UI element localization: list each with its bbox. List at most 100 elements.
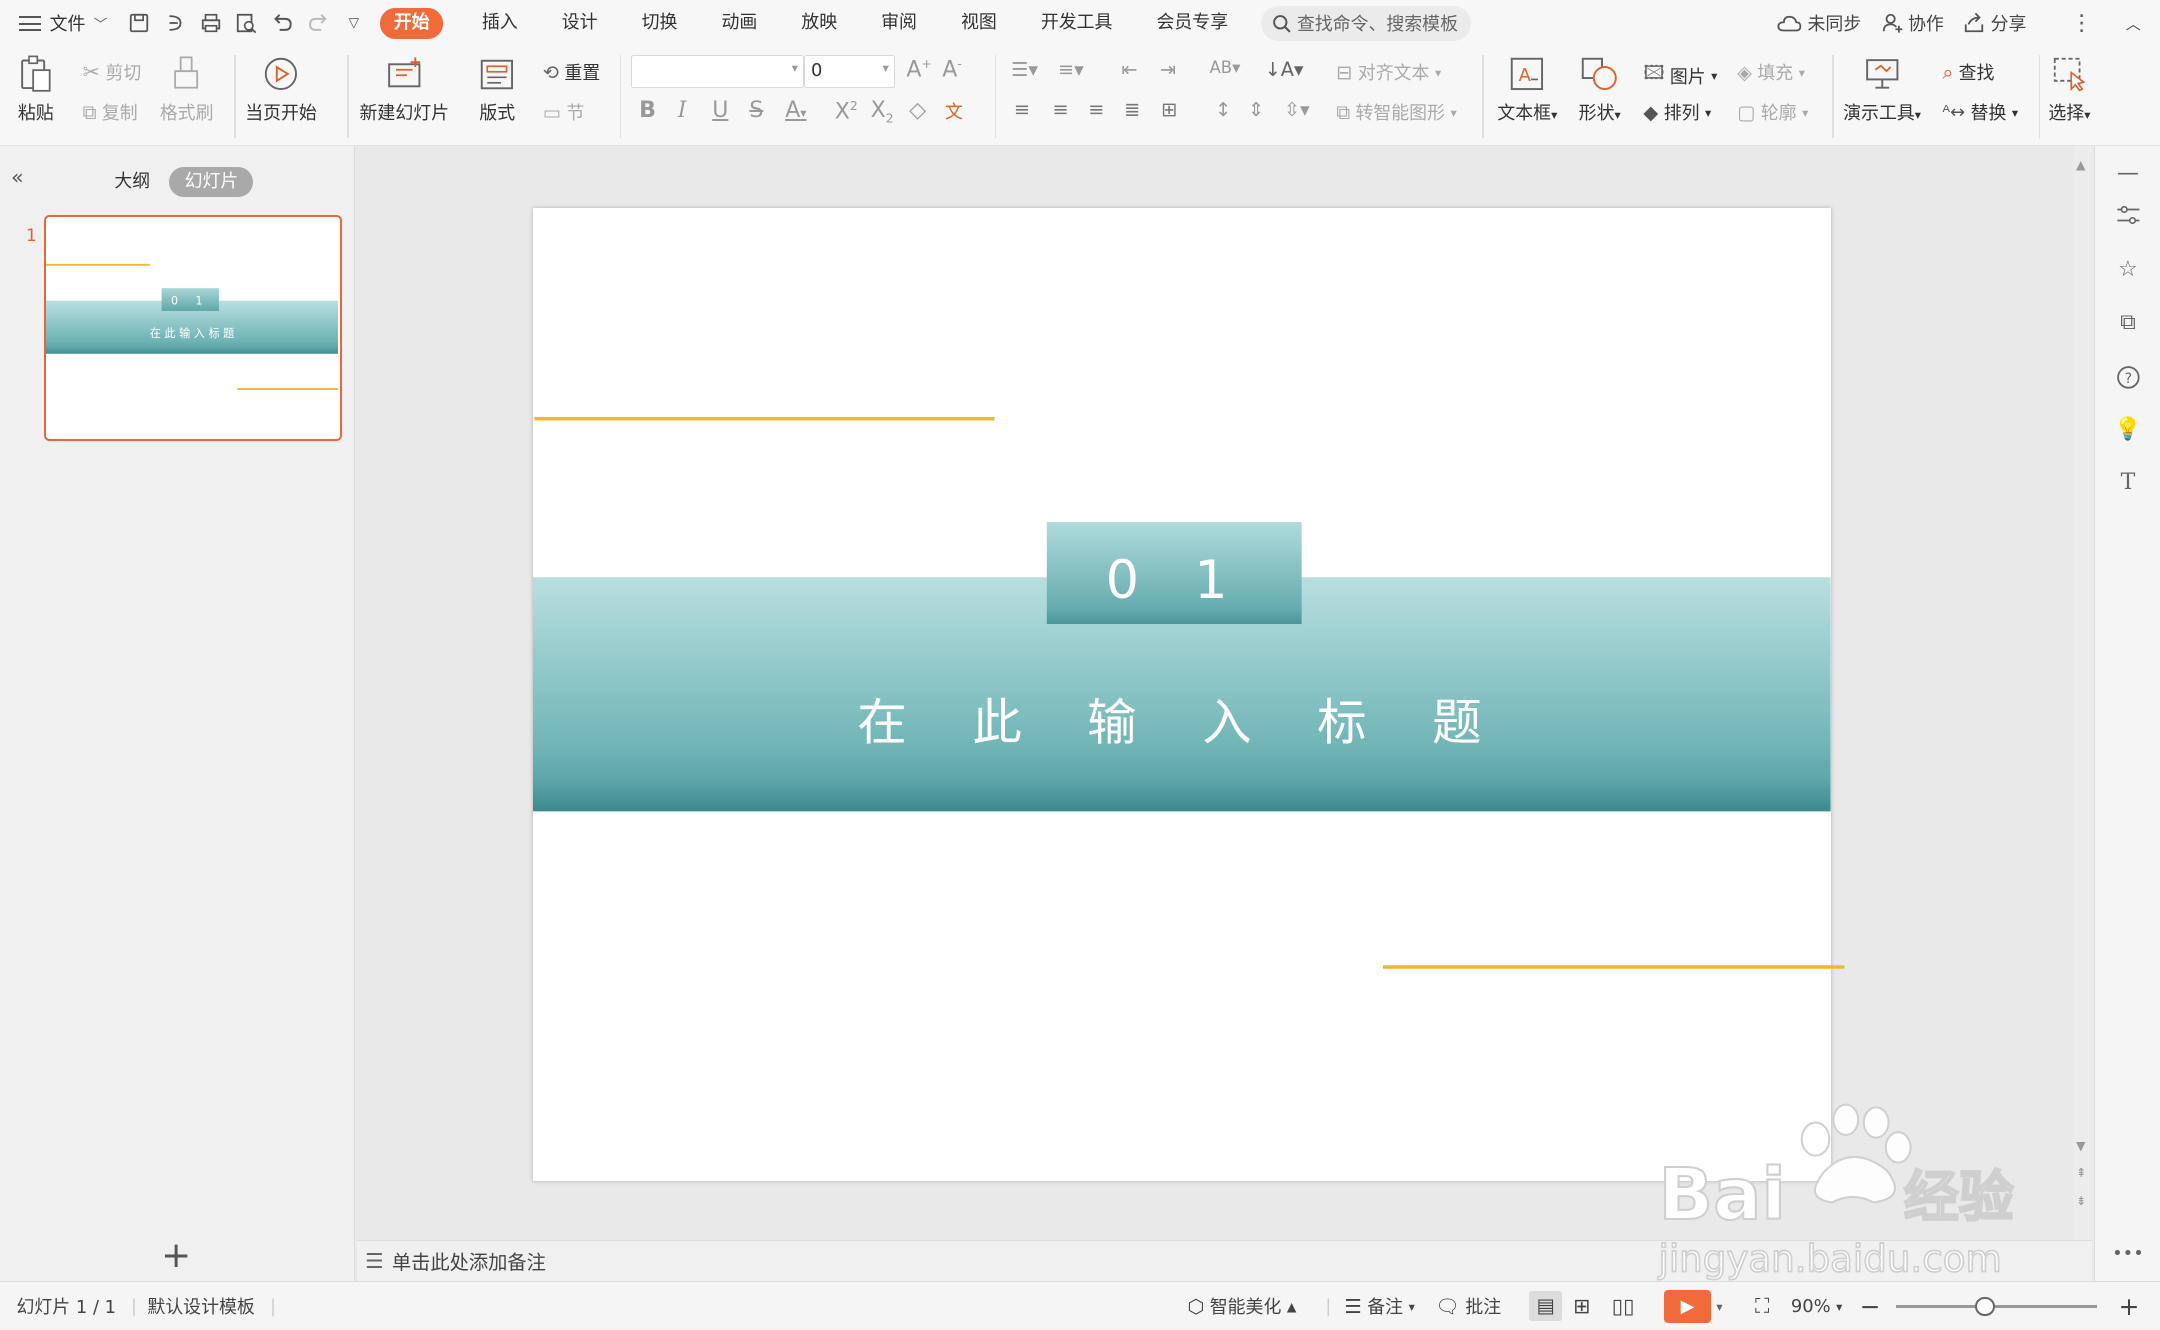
bold-icon[interactable]: B <box>639 98 656 123</box>
reset-button[interactable]: ⟲ 重置 <box>543 59 600 85</box>
find-button[interactable]: ⌕ 查找 <box>1942 59 1994 85</box>
print-icon[interactable] <box>198 11 223 36</box>
slide-sorter-icon[interactable]: ⊞ <box>1573 1282 1590 1329</box>
tab-view[interactable]: 视图 <box>939 8 1019 38</box>
properties-icon[interactable] <box>2114 201 2142 229</box>
new-slide-button[interactable]: 新建幻灯片 <box>360 55 449 125</box>
increase-indent-icon[interactable]: ⇥ <box>1160 58 1176 81</box>
customize-toolbar-icon[interactable]: ▽ <box>341 11 366 36</box>
arrange-button[interactable]: ◆ 排列 ▾ <box>1643 99 1711 125</box>
file-menu[interactable]: 文件 ﹀ <box>19 0 107 47</box>
tab-transitions[interactable]: 切换 <box>620 8 700 38</box>
output-pdf-icon[interactable] <box>162 11 187 36</box>
outline-button[interactable]: ▢ 轮廓 ▾ <box>1737 99 1808 125</box>
slide-switch-icon[interactable]: ⧉ <box>2114 309 2142 337</box>
justify-icon[interactable]: ≣ <box>1124 98 1140 121</box>
tab-member[interactable]: 会员专享 <box>1134 8 1250 38</box>
align-right-icon[interactable]: ≡ <box>1088 98 1104 121</box>
reading-view-icon[interactable]: ▯▯ <box>1612 1282 1635 1329</box>
tab-home[interactable]: 开始 <box>379 8 444 39</box>
line-spacing-icon[interactable]: ↕ <box>1215 98 1231 121</box>
idea-icon[interactable]: 💡 <box>2114 416 2142 444</box>
format-painter-button[interactable]: 格式刷 <box>160 55 213 125</box>
convert-smartart-button[interactable]: ⧉ 转智能图形 ▾ <box>1336 99 1456 125</box>
tab-animation[interactable]: 动画 <box>699 8 779 38</box>
smart-beautify-button[interactable]: ⬡ 智能美化 ▲ <box>1187 1282 1296 1329</box>
bullets-icon[interactable]: ☰▾ <box>1011 58 1038 81</box>
paste-button[interactable]: 粘贴 <box>17 55 56 125</box>
textbox-button[interactable]: A 文本框▾ <box>1497 55 1557 125</box>
clear-format-icon[interactable]: ◇ <box>909 98 926 123</box>
next-slide-icon[interactable]: ⇟ <box>2076 1193 2086 1208</box>
scroll-down-icon[interactable]: ▼ <box>2076 1138 2086 1153</box>
zoom-select[interactable]: 90% ▾ <box>1791 1282 1842 1329</box>
char-spacing-icon[interactable]: AB▾ <box>1209 58 1240 77</box>
zoom-in-icon[interactable]: + <box>2119 1282 2140 1329</box>
font-color-icon[interactable]: A▾ <box>785 98 806 123</box>
layout-button[interactable]: 版式 <box>478 55 517 125</box>
tab-outline[interactable]: 大纲 <box>99 167 165 197</box>
play-from-current-button[interactable]: 当页开始 <box>245 55 317 125</box>
scroll-up-icon[interactable]: ▲ <box>2076 157 2086 172</box>
tab-review[interactable]: 审阅 <box>859 8 939 38</box>
zoom-out-icon[interactable]: − <box>1860 1282 1881 1329</box>
share-button[interactable]: 分享 <box>1963 10 2026 36</box>
notes-area[interactable]: ☰ 单击此处添加备注 <box>356 1239 2093 1282</box>
present-tools-button[interactable]: 演示工具▾ <box>1843 55 1921 125</box>
underline-icon[interactable]: U <box>712 98 728 123</box>
more-icon[interactable]: ⋮ <box>2071 11 2093 36</box>
font-family-select[interactable]: ▾ <box>630 55 805 89</box>
text-direction-icon[interactable]: ↓A▾ <box>1265 58 1304 81</box>
cut-button[interactable]: ✂ 剪切 <box>83 59 142 85</box>
align-center-icon[interactable]: ≡ <box>1052 98 1068 121</box>
pinyin-icon[interactable]: 文 <box>945 98 963 124</box>
distribute-icon[interactable]: ⊞ <box>1161 98 1177 121</box>
strikethrough-icon[interactable]: S <box>749 98 763 123</box>
prev-slide-icon[interactable]: ⇞ <box>2076 1165 2086 1180</box>
slide-thumbnail[interactable]: 0 1 在 此 输 入 标 题 <box>44 214 342 441</box>
animation-pin-icon[interactable]: ☆ <box>2114 256 2142 284</box>
tab-design[interactable]: 设计 <box>540 8 620 38</box>
italic-icon[interactable]: I <box>678 98 687 123</box>
print-preview-icon[interactable] <box>234 11 259 36</box>
zoom-slider-thumb[interactable] <box>1975 1296 1995 1316</box>
sync-status[interactable]: 未同步 <box>1777 10 1861 36</box>
fill-button[interactable]: ◈ 填充 ▾ <box>1737 59 1805 85</box>
collapse-pane-icon[interactable]: « <box>11 165 24 189</box>
collapse-ribbon-icon[interactable]: ︿ <box>2126 12 2141 34</box>
help-icon[interactable]: ? <box>2114 364 2142 392</box>
para-settings-icon[interactable]: ⇳▾ <box>1284 98 1310 121</box>
slideshow-play-button[interactable]: ▶ ▾ <box>1664 1282 1723 1329</box>
more-tools-icon[interactable]: ••• <box>2112 1240 2144 1268</box>
increase-font-icon[interactable]: A+ <box>906 56 931 82</box>
select-button[interactable]: 选择▾ <box>2048 55 2090 125</box>
undo-icon[interactable] <box>270 11 295 36</box>
align-left-icon[interactable]: ≡ <box>1014 98 1030 121</box>
decrease-indent-icon[interactable]: ⇤ <box>1121 58 1137 81</box>
section-button[interactable]: ▭ 节 <box>543 99 585 125</box>
tab-slideshow[interactable]: 放映 <box>779 8 859 38</box>
expand-sidebar-icon[interactable]: — <box>2114 160 2142 188</box>
subscript-icon[interactable]: X2 <box>871 98 894 125</box>
tab-slides[interactable]: 幻灯片 <box>169 166 254 197</box>
decrease-font-icon[interactable]: A- <box>942 56 962 82</box>
section-number[interactable]: 0 1 <box>1106 550 1247 611</box>
normal-view-button[interactable]: ▤ <box>1529 1282 1563 1329</box>
numbering-icon[interactable]: ≡▾ <box>1058 58 1084 81</box>
save-icon[interactable] <box>127 11 152 36</box>
tab-insert[interactable]: 插入 <box>460 8 540 38</box>
collab-button[interactable]: 协作 <box>1881 10 1944 36</box>
replace-button[interactable]: ᴬ↔ 替换 ▾ <box>1942 99 2018 125</box>
copy-button[interactable]: ⧉ 复制 <box>83 99 138 125</box>
slide-title[interactable]: 在 此 输 入 标 题 <box>857 694 1506 752</box>
shapes-button[interactable]: 形状▾ <box>1579 55 1621 125</box>
command-search[interactable]: 查找命令、搜索模板 <box>1261 5 1471 42</box>
superscript-icon[interactable]: X2 <box>835 98 858 124</box>
design-template[interactable]: 默认设计模板 <box>147 1282 254 1329</box>
comments-button[interactable]: 🗨 批注 <box>1435 1282 1501 1329</box>
vertical-scrollbar[interactable]: ▲ ▼ ⇞ ⇟ <box>2073 146 2093 1240</box>
picture-button[interactable]: 🖾 图片 ▾ <box>1643 59 1717 92</box>
add-slide-icon[interactable]: + <box>161 1238 191 1274</box>
para-spacing-icon[interactable]: ⇕ <box>1248 98 1264 121</box>
text-icon[interactable]: T <box>2114 468 2142 496</box>
